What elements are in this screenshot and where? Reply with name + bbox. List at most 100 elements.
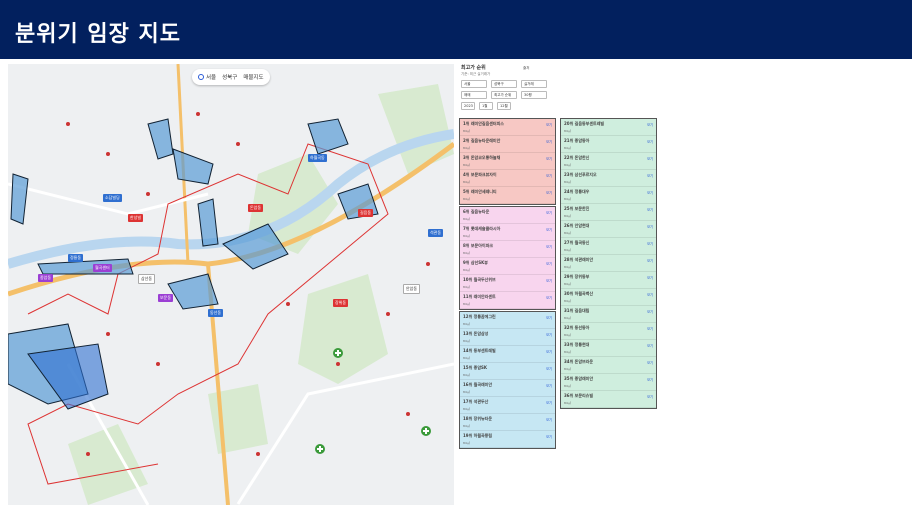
rank-item-button[interactable]: 보기: [546, 244, 552, 249]
rank-item-button[interactable]: 보기: [647, 360, 653, 365]
rank-item-button[interactable]: 보기: [647, 326, 653, 331]
rank-item[interactable]: 5위 래미안세레니티 84㎡ 보기: [460, 187, 555, 204]
map-label[interactable]: 하월곡동: [308, 154, 327, 162]
location-selector[interactable]: 서울: [198, 73, 216, 81]
rank-item-button[interactable]: 보기: [647, 343, 653, 348]
filter-size[interactable]: 30평: [521, 91, 547, 99]
rank-item-button[interactable]: 보기: [546, 190, 552, 195]
rank-item-button[interactable]: 보기: [647, 122, 653, 127]
zone-polygon[interactable]: [172, 148, 214, 185]
map-label[interactable]: 보문동: [158, 294, 174, 302]
map-label[interactable]: 종암동: [38, 274, 54, 282]
map-label[interactable]: 동선동: [208, 309, 224, 317]
rank-item-button[interactable]: 보기: [546, 227, 552, 232]
filter-district[interactable]: 성북구: [491, 80, 517, 88]
map-label[interactable]: 안암동: [403, 284, 421, 294]
filter-type[interactable]: 실거래: [521, 80, 547, 88]
rank-item[interactable]: 19위 하월곡풍림 84㎡ 보기: [460, 431, 555, 448]
rank-item[interactable]: 36위 보문리슈빌 84㎡ 보기: [561, 391, 656, 408]
rank-item[interactable]: 31위 길음대림 84㎡ 보기: [561, 306, 656, 323]
rank-item-button[interactable]: 보기: [546, 383, 552, 388]
map-label[interactable]: 소담빌딩: [103, 194, 122, 202]
filter-deal[interactable]: 매매: [461, 91, 487, 99]
rank-item[interactable]: 14위 동부센트레빌 84㎡ 보기: [460, 346, 555, 363]
rank-item[interactable]: 11위 래미안라센트 84㎡ 보기: [460, 292, 555, 309]
rank-item-button[interactable]: 보기: [647, 292, 653, 297]
rank-item-button[interactable]: 보기: [546, 332, 552, 337]
rank-item-button[interactable]: 보기: [546, 295, 552, 300]
rank-item[interactable]: 33위 정릉현대 84㎡ 보기: [561, 340, 656, 357]
rank-item[interactable]: 20위 길음동부센트레빌 84㎡ 보기: [561, 119, 656, 136]
rank-item-button[interactable]: 보기: [546, 139, 552, 144]
rank-item[interactable]: 22위 돈암한신 84㎡ 보기: [561, 153, 656, 170]
rank-item[interactable]: 2위 길음뉴타운래미안 84㎡ 보기: [460, 136, 555, 153]
rank-item-button[interactable]: 보기: [647, 258, 653, 263]
rank-item[interactable]: 25위 보문한진 84㎡ 보기: [561, 204, 656, 221]
filter-year[interactable]: 2023: [461, 102, 475, 110]
rank-item-button[interactable]: 보기: [546, 434, 552, 439]
rank-item-button[interactable]: 보기: [546, 122, 552, 127]
rank-item-button[interactable]: 보기: [647, 394, 653, 399]
filter-sort[interactable]: 최고가 순위: [491, 91, 517, 99]
rank-item[interactable]: 12위 정릉꿈에그린 84㎡ 보기: [460, 312, 555, 329]
rank-item[interactable]: 29위 장위동부 84㎡ 보기: [561, 272, 656, 289]
rank-item-button[interactable]: 보기: [647, 190, 653, 195]
map-label[interactable]: 월곡센터: [93, 264, 112, 272]
rank-item-button[interactable]: 보기: [647, 224, 653, 229]
rank-item[interactable]: 34위 돈암브라운 84㎡ 보기: [561, 357, 656, 374]
rank-item-button[interactable]: 보기: [647, 275, 653, 280]
rank-item-button[interactable]: 보기: [647, 309, 653, 314]
map-canvas[interactable]: [8, 64, 454, 505]
district-selector[interactable]: 성북구: [222, 73, 237, 81]
rank-item-button[interactable]: 보기: [647, 207, 653, 212]
filter-city[interactable]: 서울: [461, 80, 487, 88]
rank-item-button[interactable]: 보기: [647, 241, 653, 246]
rank-item[interactable]: 3위 돈암코오롱하늘채 84㎡ 보기: [460, 153, 555, 170]
rank-item[interactable]: 6위 길음뉴타운 84㎡ 보기: [460, 207, 555, 224]
rank-item[interactable]: 35위 종암래미안 84㎡ 보기: [561, 374, 656, 391]
map-label[interactable]: 장위동: [333, 299, 349, 307]
rank-item-button[interactable]: 보기: [647, 173, 653, 178]
rank-item-button[interactable]: 보기: [546, 156, 552, 161]
source-link[interactable]: 출처: [523, 66, 529, 71]
filter-month-start[interactable]: 1월: [479, 102, 493, 110]
rank-item[interactable]: 32위 동선동아 84㎡ 보기: [561, 323, 656, 340]
rank-item[interactable]: 30위 하월곡벽산 84㎡ 보기: [561, 289, 656, 306]
rank-item[interactable]: 9위 삼선SK뷰 84㎡ 보기: [460, 258, 555, 275]
zone-polygon[interactable]: [307, 118, 349, 155]
map-label[interactable]: 정릉동: [68, 254, 84, 262]
rank-item[interactable]: 17위 석관두산 84㎡ 보기: [460, 397, 555, 414]
rank-item[interactable]: 18위 장위뉴타운 84㎡ 보기: [460, 414, 555, 431]
zone-polygon[interactable]: [10, 173, 29, 225]
rank-item[interactable]: 24위 정릉대우 84㎡ 보기: [561, 187, 656, 204]
map-label[interactable]: 길음동: [358, 209, 374, 217]
zone-polygon[interactable]: [37, 258, 134, 275]
rank-item-button[interactable]: 보기: [546, 210, 552, 215]
rank-item[interactable]: 21위 종암동아 84㎡ 보기: [561, 136, 656, 153]
rank-item[interactable]: 28위 석관래미안 84㎡ 보기: [561, 255, 656, 272]
zone-polygon[interactable]: [197, 198, 219, 247]
rank-item[interactable]: 4위 보문파크뷰자이 84㎡ 보기: [460, 170, 555, 187]
rank-item[interactable]: 1위 래미안길음센터피스 84㎡ 보기: [460, 119, 555, 136]
rank-item-button[interactable]: 보기: [647, 156, 653, 161]
rank-item[interactable]: 7위 롯데캐슬클라시아 84㎡ 보기: [460, 224, 555, 241]
rank-item-button[interactable]: 보기: [546, 366, 552, 371]
zone-polygon[interactable]: [147, 118, 174, 160]
rank-item-button[interactable]: 보기: [546, 315, 552, 320]
rank-item[interactable]: 8위 보문아이파크 84㎡ 보기: [460, 241, 555, 258]
rank-item-button[interactable]: 보기: [647, 377, 653, 382]
map-label[interactable]: 석관동: [428, 229, 444, 237]
rank-item[interactable]: 16위 월곡래미안 84㎡ 보기: [460, 380, 555, 397]
map-label[interactable]: 삼선동: [138, 274, 156, 284]
rank-item[interactable]: 15위 종암SK 84㎡ 보기: [460, 363, 555, 380]
rank-item-button[interactable]: 보기: [546, 417, 552, 422]
rank-item[interactable]: 27위 월곡동신 84㎡ 보기: [561, 238, 656, 255]
rank-item-button[interactable]: 보기: [647, 139, 653, 144]
rank-item[interactable]: 23위 삼선푸르지오 84㎡ 보기: [561, 170, 656, 187]
map-view[interactable]: 서울 성북구 매물지도 소담빌딩 한성빌 월곡센터 삼선동 정릉동 돈암동 하월곡동 길음동 보…: [8, 64, 454, 505]
rank-item[interactable]: 13위 돈암삼성 84㎡ 보기: [460, 329, 555, 346]
rank-item-button[interactable]: 보기: [546, 278, 552, 283]
filter-month-end[interactable]: 12월: [497, 102, 511, 110]
rank-item[interactable]: 26위 안암현대 84㎡ 보기: [561, 221, 656, 238]
rank-item-button[interactable]: 보기: [546, 173, 552, 178]
